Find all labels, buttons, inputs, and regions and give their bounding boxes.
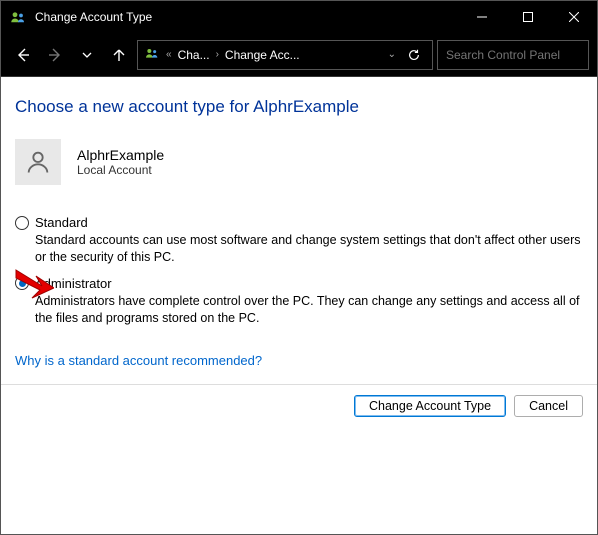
account-summary: AlphrExample Local Account [15,139,583,185]
cancel-button[interactable]: Cancel [514,395,583,417]
refresh-button[interactable] [402,48,426,62]
nav-toolbar: « Cha... › Change Acc... ⌄ [1,33,597,77]
address-bar[interactable]: « Cha... › Change Acc... ⌄ [137,40,433,70]
recent-dropdown[interactable] [73,41,101,69]
page-heading: Choose a new account type for AlphrExamp… [15,97,583,117]
option-administrator[interactable]: Administrator Administrators have comple… [15,276,583,327]
minimize-button[interactable] [459,1,505,33]
app-icon [9,8,27,26]
forward-button[interactable] [41,41,69,69]
chevron-right-icon: › [216,49,219,60]
users-icon [144,45,160,64]
option-standard[interactable]: Standard Standard accounts can use most … [15,215,583,266]
back-button[interactable] [9,41,37,69]
radio-administrator[interactable] [15,276,29,290]
breadcrumb-item-1[interactable]: Cha... [178,48,210,62]
maximize-button[interactable] [505,1,551,33]
change-account-type-button[interactable]: Change Account Type [354,395,506,417]
footer: Change Account Type Cancel [1,385,597,427]
titlebar: Change Account Type [1,1,597,33]
chevron-left-icon: « [166,49,172,60]
window-title: Change Account Type [35,10,459,24]
option-administrator-label: Administrator [35,276,112,291]
account-subtitle: Local Account [77,163,164,177]
option-standard-desc: Standard accounts can use most software … [35,232,583,266]
content-area: Choose a new account type for AlphrExamp… [1,77,597,385]
close-button[interactable] [551,1,597,33]
radio-standard[interactable] [15,216,29,230]
option-administrator-desc: Administrators have complete control ove… [35,293,583,327]
recommended-link[interactable]: Why is a standard account recommended? [15,353,262,368]
account-name: AlphrExample [77,147,164,163]
option-standard-label: Standard [35,215,88,230]
address-dropdown-icon[interactable]: ⌄ [388,49,396,60]
breadcrumb-item-2[interactable]: Change Acc... [225,48,300,62]
up-button[interactable] [105,41,133,69]
search-box[interactable] [437,40,589,70]
search-input[interactable] [446,48,598,62]
avatar [15,139,61,185]
